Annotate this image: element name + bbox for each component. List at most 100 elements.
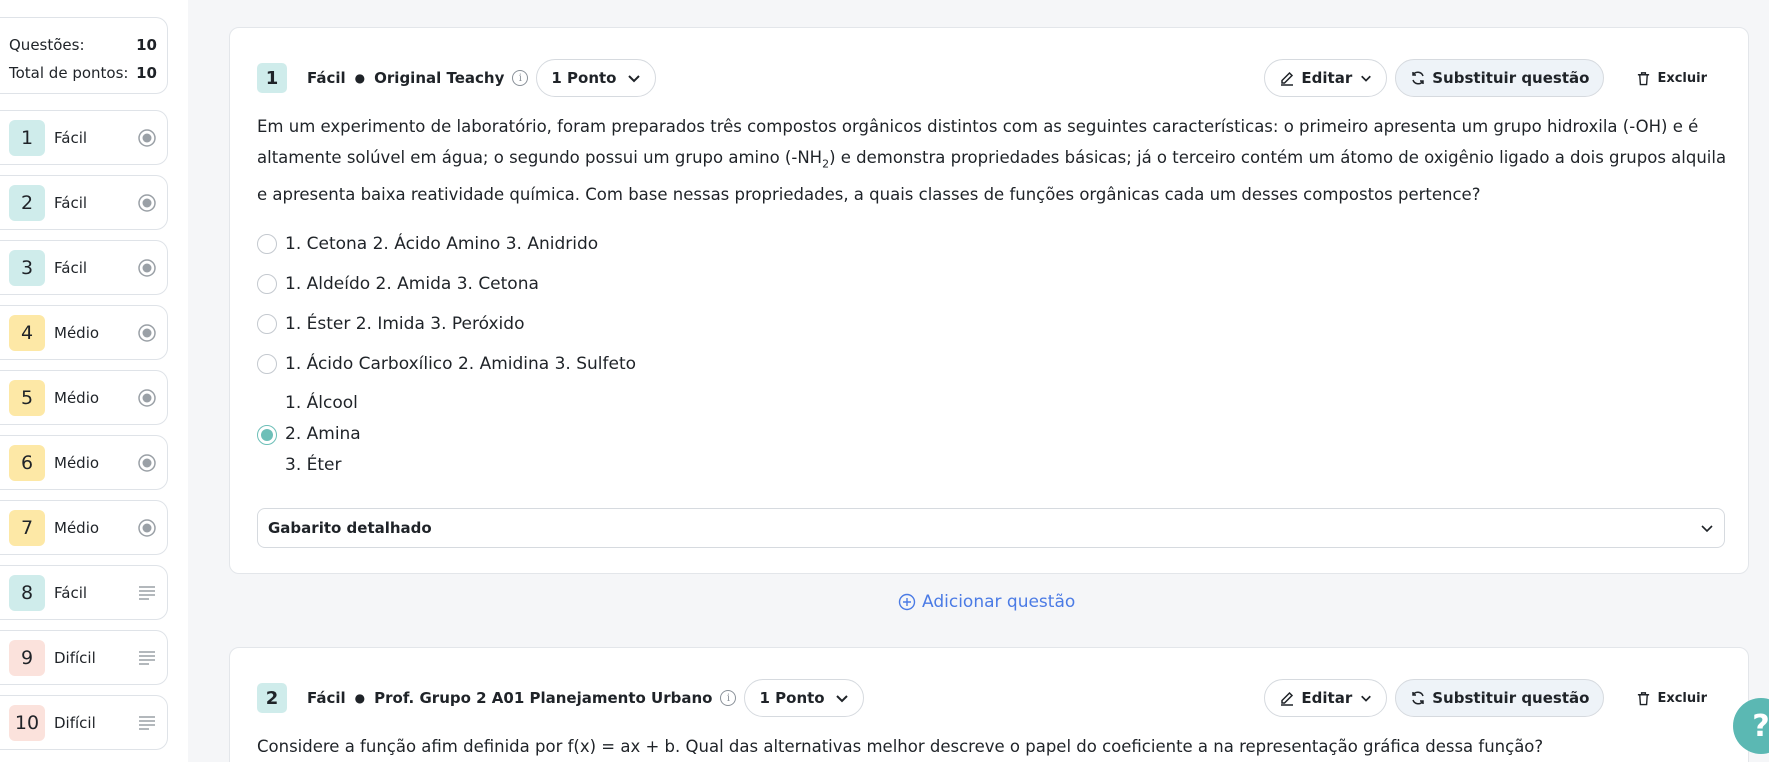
difficulty-label: Médio: [54, 453, 100, 472]
points-dropdown[interactable]: 1 Ponto: [744, 679, 864, 717]
difficulty-label: Fácil: [54, 258, 88, 277]
difficulty-label: Fácil: [54, 193, 88, 212]
question-header: 2 Fácil ● Prof. Grupo 2 A01 Planejamento…: [257, 678, 1721, 718]
answer-options: 1. Cetona 2. Ácido Amino 3. Anidrido 1. …: [257, 224, 636, 481]
refresh-icon: [1412, 71, 1424, 85]
radio-icon: [137, 518, 157, 538]
radio-button[interactable]: [257, 274, 277, 294]
replace-question-button[interactable]: Substituir questão: [1395, 59, 1605, 97]
difficulty-label: Médio: [54, 388, 100, 407]
points-value: 1 Ponto: [759, 689, 825, 707]
option[interactable]: 1. Éster 2. Imida 3. Peróxido: [257, 304, 636, 344]
sidebar-question-6[interactable]: 6 Médio: [0, 435, 168, 490]
sidebar-question-10[interactable]: 10 Difícil: [0, 695, 168, 750]
option-label: 1. Éster 2. Imida 3. Peróxido: [285, 314, 525, 334]
sidebar: Questões: 10 Total de pontos: 10 1 Fácil 2 Fá…: [0, 0, 188, 762]
sidebar-question-8[interactable]: 8 Fácil: [0, 565, 168, 620]
chevron-down-icon: [1361, 695, 1372, 702]
replace-question-button[interactable]: Substituir questão: [1395, 679, 1605, 717]
delete-button[interactable]: Excluir: [1626, 59, 1721, 97]
questions-count: 10: [136, 36, 157, 54]
radio-icon: [137, 388, 157, 408]
question-text: Em um experimento de laboratório, foram …: [257, 111, 1727, 210]
sidebar-question-9[interactable]: 9 Difícil: [0, 630, 168, 685]
option[interactable]: 1. Ácido Carboxílico 2. Amidina 3. Sulfe…: [257, 344, 636, 384]
difficulty-label: Fácil: [307, 689, 346, 707]
points-total: 10: [136, 64, 157, 82]
sidebar-question-1[interactable]: 1 Fácil: [0, 110, 168, 165]
radio-button[interactable]: [257, 234, 277, 254]
chevron-down-icon: [1361, 75, 1372, 82]
question-header: 1 Fácil ● Original Teachy i 1 Ponto Edit…: [257, 58, 1721, 98]
info-icon[interactable]: i: [512, 70, 529, 86]
text-lines-icon: [137, 713, 157, 733]
chevron-down-icon: [1701, 525, 1713, 533]
question-number-badge: 10: [9, 704, 45, 741]
add-question-button[interactable]: Adicionar questão: [898, 592, 1075, 612]
edit-button[interactable]: Editar: [1264, 59, 1388, 97]
radio-icon: [137, 128, 157, 148]
option[interactable]: 1. Cetona 2. Ácido Amino 3. Anidrido: [257, 224, 636, 264]
option-label: 1. Álcool 2. Amina 3. Éter: [285, 388, 361, 481]
question-number-badge: 2: [9, 184, 45, 221]
refresh-icon: [1412, 691, 1424, 705]
question-number-badge: 8: [9, 574, 45, 611]
option-label: 1. Cetona 2. Ácido Amino 3. Anidrido: [285, 234, 599, 254]
difficulty-label: Médio: [54, 323, 100, 342]
option[interactable]: 1. Aldeído 2. Amida 3. Cetona: [257, 264, 636, 304]
delete-button[interactable]: Excluir: [1626, 679, 1721, 717]
radio-icon: [137, 193, 157, 213]
difficulty-label: Fácil: [54, 583, 88, 602]
radio-button-selected[interactable]: [257, 424, 277, 445]
edit-label: Editar: [1301, 69, 1353, 87]
info-icon[interactable]: i: [720, 690, 737, 706]
text-lines-icon: [137, 648, 157, 668]
points-value: 1 Ponto: [551, 69, 617, 87]
question-text: Considere a função afim definida por f(x…: [257, 737, 1544, 756]
radio-icon: [137, 323, 157, 343]
sidebar-question-4[interactable]: 4 Médio: [0, 305, 168, 360]
question-number-badge: 3: [9, 249, 45, 286]
answer-key-label: Gabarito detalhado: [268, 519, 432, 537]
plus-circle-icon: [898, 593, 916, 611]
option-line: 2. Amina: [285, 424, 361, 444]
radio-button[interactable]: [257, 314, 277, 334]
delete-label: Excluir: [1657, 70, 1707, 86]
chevron-down-icon: [627, 75, 640, 83]
sidebar-question-7[interactable]: 7 Médio: [0, 500, 168, 555]
question-number: 1: [257, 63, 287, 93]
question-number-badge: 4: [9, 314, 45, 351]
edit-label: Editar: [1301, 689, 1353, 707]
points-label: Total de pontos:: [9, 64, 129, 82]
replace-label: Substituir questão: [1432, 69, 1590, 87]
answer-key-accordion[interactable]: Gabarito detalhado: [257, 508, 1725, 548]
question-number-badge: 6: [9, 444, 45, 481]
question-number: 2: [257, 683, 287, 713]
option-label: 1. Aldeído 2. Amida 3. Cetona: [285, 274, 539, 294]
sidebar-question-2[interactable]: 2 Fácil: [0, 175, 168, 230]
sidebar-question-5[interactable]: 5 Médio: [0, 370, 168, 425]
separator-dot: ●: [354, 71, 366, 85]
option-label: 1. Ácido Carboxílico 2. Amidina 3. Sulfe…: [285, 354, 637, 374]
summary-box: Questões: 10 Total de pontos: 10: [0, 17, 168, 94]
delete-label: Excluir: [1657, 690, 1707, 706]
difficulty-label: Fácil: [54, 128, 88, 147]
radio-button[interactable]: [257, 354, 277, 374]
questions-label: Questões:: [9, 36, 85, 54]
difficulty-label: Médio: [54, 518, 100, 537]
radio-icon: [137, 258, 157, 278]
add-question-label: Adicionar questão: [922, 592, 1076, 612]
pencil-icon: [1281, 691, 1294, 706]
edit-button[interactable]: Editar: [1264, 679, 1388, 717]
pencil-icon: [1281, 71, 1294, 86]
points-dropdown[interactable]: 1 Ponto: [536, 59, 656, 97]
difficulty-label: Fácil: [307, 69, 346, 87]
difficulty-label: Difícil: [54, 713, 96, 732]
question-source: Original Teachy: [374, 69, 505, 87]
option-selected[interactable]: 1. Álcool 2. Amina 3. Éter: [257, 388, 636, 481]
question-number-badge: 9: [9, 639, 45, 676]
difficulty-label: Difícil: [54, 648, 96, 667]
option-line: 1. Álcool: [285, 393, 358, 413]
separator-dot: ●: [354, 691, 366, 705]
sidebar-question-3[interactable]: 3 Fácil: [0, 240, 168, 295]
